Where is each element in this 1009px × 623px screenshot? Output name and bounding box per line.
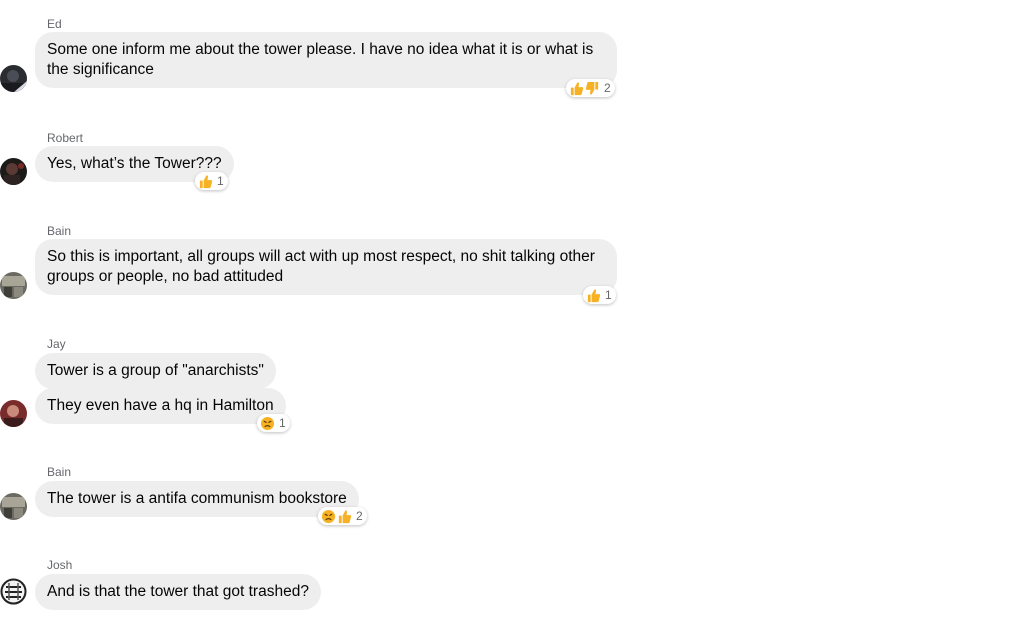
message-bubble[interactable]: The tower is a antifa communism bookstor… bbox=[35, 481, 359, 517]
thumbs-up-icon bbox=[337, 509, 352, 524]
reaction-badge[interactable]: 1 bbox=[195, 172, 228, 190]
comment-thread: Ed Some one inform me about the tower pl… bbox=[0, 0, 1009, 623]
reaction-badge[interactable]: 2 bbox=[566, 79, 615, 97]
author-name[interactable]: Jay bbox=[47, 337, 66, 351]
author-name[interactable]: Josh bbox=[47, 558, 72, 572]
reaction-badge[interactable]: 2 bbox=[318, 507, 367, 525]
message-bubble[interactable]: Some one inform me about the tower pleas… bbox=[35, 32, 617, 88]
angry-face-icon bbox=[321, 509, 336, 524]
thumbs-up-icon bbox=[586, 288, 601, 303]
message-bubble[interactable]: Tower is a group of "anarchists" bbox=[35, 353, 276, 389]
thumbs-up-icon bbox=[569, 81, 584, 96]
author-name[interactable]: Ed bbox=[47, 17, 62, 31]
reaction-badge[interactable]: 1 bbox=[257, 414, 290, 432]
avatar[interactable] bbox=[0, 158, 27, 185]
avatar[interactable] bbox=[0, 493, 27, 520]
author-name[interactable]: Robert bbox=[47, 131, 83, 145]
reaction-count: 2 bbox=[356, 509, 363, 523]
reaction-count: 1 bbox=[605, 288, 612, 302]
reaction-count: 1 bbox=[279, 416, 286, 430]
reaction-count: 1 bbox=[217, 174, 224, 188]
reaction-count: 2 bbox=[604, 81, 611, 95]
message-bubble[interactable]: So this is important, all groups will ac… bbox=[35, 239, 617, 295]
author-name[interactable]: Bain bbox=[47, 465, 71, 479]
thumbs-up-icon bbox=[198, 174, 213, 189]
message-bubble[interactable]: They even have a hq in Hamilton bbox=[35, 388, 286, 424]
message-bubble[interactable]: And is that the tower that got trashed? bbox=[35, 574, 321, 610]
avatar[interactable] bbox=[0, 400, 27, 427]
avatar[interactable] bbox=[0, 272, 27, 299]
reaction-badge[interactable]: 1 bbox=[583, 286, 616, 304]
author-name[interactable]: Bain bbox=[47, 224, 71, 238]
avatar[interactable] bbox=[0, 65, 27, 92]
angry-face-icon bbox=[260, 416, 275, 431]
thumbs-down-icon bbox=[585, 81, 600, 96]
avatar[interactable] bbox=[0, 578, 27, 605]
